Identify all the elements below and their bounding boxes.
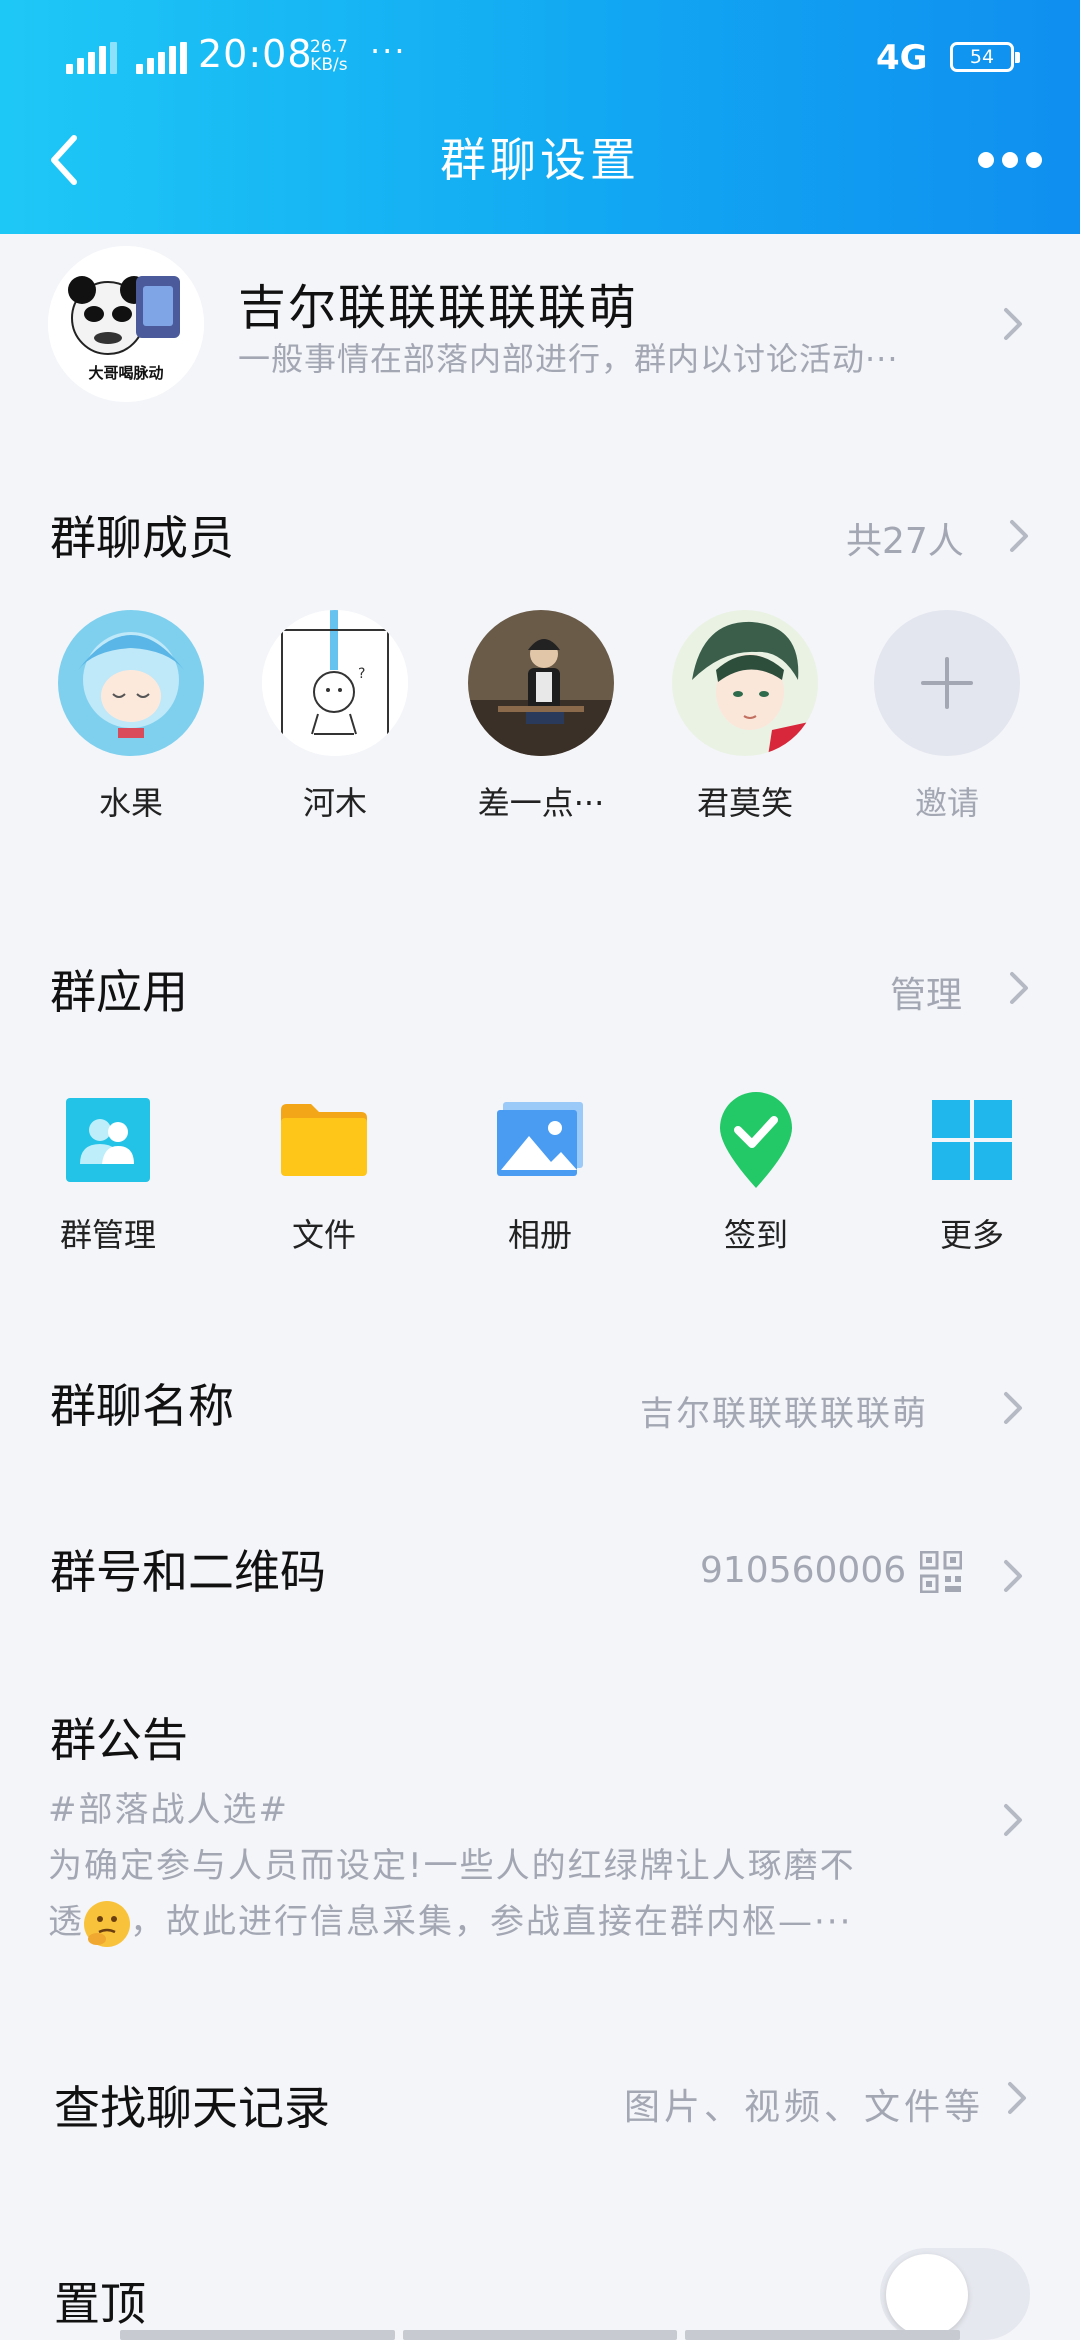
member-item[interactable]: 差一点··· — [466, 610, 616, 824]
group-description: 一般事情在部落内部进行，群内以讨论活动··· — [238, 340, 899, 378]
member-name: 君莫笑 — [696, 784, 793, 822]
avatar: ? — [262, 610, 408, 756]
bottom-scroll-indicator — [120, 2330, 961, 2340]
qr-code-icon — [919, 1550, 963, 1594]
thinking-face-emoji-icon — [84, 1900, 130, 1947]
notice-text-fragment: 透 — [48, 1902, 84, 1942]
member-item[interactable]: ? 河木 — [260, 610, 410, 824]
panda-meme-avatar: 大哥喝脉动 — [48, 246, 204, 402]
app-more[interactable]: 更多 — [892, 1090, 1052, 1256]
app-files[interactable]: 文件 — [244, 1090, 404, 1256]
network-speed-value: 26.7 — [310, 37, 348, 57]
group-id-value: 910560006 — [700, 1550, 907, 1591]
page-title: 群聊设置 — [440, 133, 640, 187]
avatar-caption: 大哥喝脉动 — [88, 364, 163, 382]
network-type: 4G — [876, 38, 928, 78]
notification-overflow: ··· — [370, 32, 407, 70]
notice-text-fragment: ，故此进行信息采集，参战直接在群内枢—··· — [130, 1902, 853, 1942]
plus-icon — [921, 657, 973, 709]
avatar — [672, 610, 818, 756]
svg-text:?: ? — [358, 666, 365, 682]
toggle-knob — [886, 2254, 968, 2336]
avatar — [468, 610, 614, 756]
dot-icon — [1002, 152, 1018, 168]
app-label: 文件 — [291, 1216, 356, 1254]
battery-icon: 54 — [950, 42, 1020, 72]
signal-icon-2 — [136, 42, 187, 74]
apps-manage: 管理 — [890, 975, 963, 1016]
group-manage-icon — [58, 1090, 158, 1190]
chevron-right-icon — [1002, 1558, 1024, 1594]
notice-line: 透 ，故此进行信息采集，参战直接在群内枢—··· — [48, 1894, 998, 1950]
members-count: 共27人 — [846, 521, 964, 562]
app-group-manage[interactable]: 群管理 — [28, 1090, 188, 1256]
checkin-icon — [706, 1090, 806, 1190]
group-name-label: 群聊名称 — [50, 1379, 234, 1433]
notice-line: 为确定参与人员而设定!一些人的红绿牌让人琢磨不 — [48, 1846, 856, 1886]
app-label: 群管理 — [59, 1216, 156, 1254]
network-speed-unit: KB/s — [310, 55, 348, 75]
pin-toggle[interactable] — [880, 2248, 1030, 2340]
member-name: 河木 — [302, 784, 367, 822]
search-history-hint: 图片、视频、文件等 — [624, 2087, 985, 2128]
network-speed: 26.7 KB/s — [310, 38, 348, 74]
chevron-right-icon — [1002, 1390, 1024, 1426]
chevron-right-icon — [1002, 306, 1024, 342]
app-label: 相册 — [507, 1216, 572, 1254]
chevron-right-icon — [1002, 1802, 1024, 1838]
app-label: 签到 — [723, 1216, 788, 1254]
notice-content: #部落战人选# 为确定参与人员而设定!一些人的红绿牌让人琢磨不 透 ，故此进行信息… — [48, 1782, 998, 1950]
apps-title: 群应用 — [50, 965, 188, 1019]
member-item[interactable]: 水果 — [56, 610, 206, 824]
dot-icon — [1026, 152, 1042, 168]
group-avatar[interactable]: 大哥喝脉动 — [48, 246, 204, 402]
invite-circle — [874, 610, 1020, 756]
avatar — [58, 610, 204, 756]
dot-icon — [978, 152, 994, 168]
invite-button[interactable]: 邀请 — [872, 610, 1022, 824]
title-bar: 20:08 26.7 KB/s ··· 4G 54 群聊设置 — [0, 0, 1080, 234]
app-label: 更多 — [939, 1216, 1004, 1254]
clock: 20:08 — [198, 32, 313, 76]
pin-label: 置顶 — [54, 2277, 146, 2331]
notice-line: #部落战人选# — [48, 1790, 289, 1830]
folder-icon — [274, 1090, 374, 1190]
grid-icon — [922, 1090, 1022, 1190]
group-name: 吉尔联联联联联萌 — [238, 280, 639, 336]
group-name-value: 吉尔联联联联联萌 — [640, 1394, 928, 1434]
chevron-right-icon — [1008, 970, 1030, 1006]
signal-icon — [66, 42, 117, 74]
group-id-label: 群号和二维码 — [50, 1545, 326, 1599]
chevron-right-icon — [1008, 518, 1030, 554]
app-checkin[interactable]: 签到 — [676, 1090, 836, 1256]
search-history-label: 查找聊天记录 — [54, 2081, 330, 2135]
chevron-right-icon — [1006, 2080, 1028, 2116]
member-name: 水果 — [98, 784, 163, 822]
member-name: 差一点··· — [477, 784, 605, 822]
photo-album-icon — [490, 1090, 590, 1190]
members-title: 群聊成员 — [50, 511, 234, 565]
notice-label: 群公告 — [50, 1713, 188, 1767]
app-album[interactable]: 相册 — [460, 1090, 620, 1256]
status-bar: 20:08 26.7 KB/s ··· 4G 54 — [0, 0, 1080, 116]
member-item[interactable]: 君莫笑 — [670, 610, 820, 824]
invite-label: 邀请 — [914, 784, 979, 822]
more-options-button[interactable] — [978, 140, 1048, 180]
